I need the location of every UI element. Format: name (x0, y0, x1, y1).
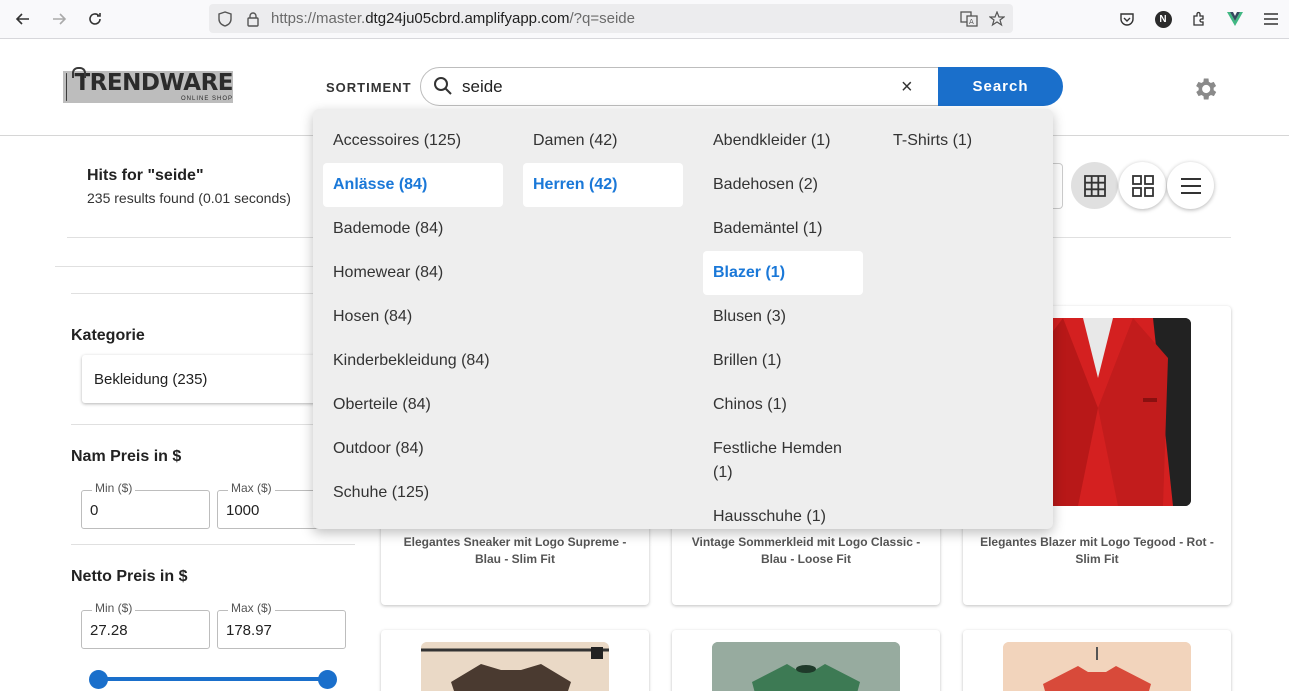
netto-price-max-field[interactable]: Max ($) 178.97 (217, 601, 346, 649)
results-count: 235 results found (0.01 seconds) (87, 190, 291, 206)
translate-icon[interactable]: A (959, 9, 979, 29)
category-damen[interactable]: Damen (42) (533, 129, 617, 153)
lock-icon[interactable] (243, 9, 263, 29)
category-bademaentel[interactable]: Bademäntel (1) (713, 217, 822, 241)
category-hausschuhe[interactable]: Hausschuhe (1) (713, 505, 826, 529)
category-schuhe[interactable]: Schuhe (125) (333, 481, 429, 505)
vue-devtools-icon[interactable] (1224, 8, 1246, 30)
nam-price-min-field[interactable]: Min ($) 0 (81, 481, 210, 529)
svg-text:A: A (969, 18, 974, 26)
category-festliche-hemden[interactable]: Festliche Hemden (1) (713, 437, 842, 485)
logo-text: TRENDWARE (74, 70, 233, 96)
extensions-icon[interactable] (1188, 8, 1210, 30)
product-card[interactable] (672, 630, 940, 691)
divider (55, 266, 355, 267)
netto-price-title: Netto Preis in $ (71, 568, 188, 585)
browser-toolbar: https://master.dtg24ju05cbrd.amplifyapp.… (0, 0, 1289, 39)
price-slider-min-thumb[interactable] (89, 670, 108, 689)
results-title: Hits for "seide" (87, 167, 204, 184)
grid-view-button[interactable] (1071, 162, 1118, 209)
profile-icon[interactable]: N (1152, 8, 1174, 30)
url-text: https://master.dtg24ju05cbrd.amplifyapp.… (271, 10, 635, 27)
category-kinderbekleidung[interactable]: Kinderbekleidung (84) (333, 349, 490, 373)
reload-icon[interactable] (82, 6, 108, 32)
forward-icon[interactable] (46, 6, 72, 32)
category-tshirts[interactable]: T-Shirts (1) (893, 129, 972, 153)
category-outdoor[interactable]: Outdoor (84) (333, 437, 424, 461)
netto-price-min-field[interactable]: Min ($) 27.28 (81, 601, 210, 649)
search-input[interactable] (462, 77, 882, 97)
nam-price-title: Nam Preis in $ (71, 448, 182, 465)
search-button[interactable]: Search (938, 67, 1063, 106)
product-image-tshirt-green (712, 642, 900, 691)
category-facet-item[interactable]: Bekleidung (235) (82, 355, 322, 403)
category-anlaesse[interactable]: Anlässe (84) (323, 163, 503, 207)
category-blazer[interactable]: Blazer (1) (703, 251, 863, 295)
price-slider-track[interactable] (98, 677, 328, 681)
search-bar: × Search (420, 67, 1063, 106)
bookmark-star-icon[interactable] (987, 9, 1007, 29)
gear-icon[interactable] (1191, 75, 1219, 103)
category-oberteile[interactable]: Oberteile (84) (333, 393, 431, 417)
url-bar[interactable]: https://master.dtg24ju05cbrd.amplifyapp.… (209, 4, 1013, 33)
shield-icon[interactable] (215, 9, 235, 29)
price-slider-max-thumb[interactable] (318, 670, 337, 689)
category-badehosen[interactable]: Badehosen (2) (713, 173, 818, 197)
category-hosen[interactable]: Hosen (84) (333, 305, 412, 329)
product-name: Elegantes Blazer mit Logo Tegood - Rot -… (980, 535, 1214, 566)
large-grid-view-button[interactable] (1119, 162, 1166, 209)
grid-large-icon (1131, 174, 1154, 197)
back-icon[interactable] (10, 6, 36, 32)
divider (71, 544, 355, 545)
search-icon (434, 77, 452, 95)
list-icon (1180, 177, 1201, 194)
logo-subtitle: ONLINE SHOP (180, 96, 233, 102)
menu-icon[interactable] (1260, 8, 1282, 30)
sortiment-menu[interactable]: SORTIMENT (326, 80, 412, 95)
category-abendkleider[interactable]: Abendkleider (1) (713, 129, 830, 153)
category-brillen[interactable]: Brillen (1) (713, 349, 781, 373)
product-image-tshirt-red (1003, 642, 1191, 691)
product-name: Elegantes Sneaker mit Logo Supreme - Blau… (403, 535, 627, 566)
category-chinos[interactable]: Chinos (1) (713, 393, 787, 417)
pocket-icon[interactable] (1116, 8, 1138, 30)
category-blusen[interactable]: Blusen (3) (713, 305, 786, 329)
product-name: Vintage Sommerkleid mit Logo Classic - Bl… (691, 535, 921, 566)
product-image-tshirt-brown (421, 642, 609, 691)
category-herren[interactable]: Herren (42) (523, 163, 683, 207)
list-view-button[interactable] (1167, 162, 1214, 209)
logo[interactable]: TRENDWARE ONLINE SHOP (63, 67, 233, 103)
category-bademode[interactable]: Bademode (84) (333, 217, 443, 241)
category-accessoires[interactable]: Accessoires (125) (333, 129, 461, 153)
category-homewear[interactable]: Homewear (84) (333, 261, 443, 285)
clear-search-icon[interactable]: × (901, 76, 913, 99)
product-card[interactable] (963, 630, 1231, 691)
category-facet-title: Kategorie (71, 327, 145, 344)
product-card[interactable] (381, 630, 649, 691)
grid-small-icon (1083, 174, 1106, 197)
sortiment-dropdown: Accessoires (125) Anlässe (84) Bademode … (313, 109, 1053, 529)
